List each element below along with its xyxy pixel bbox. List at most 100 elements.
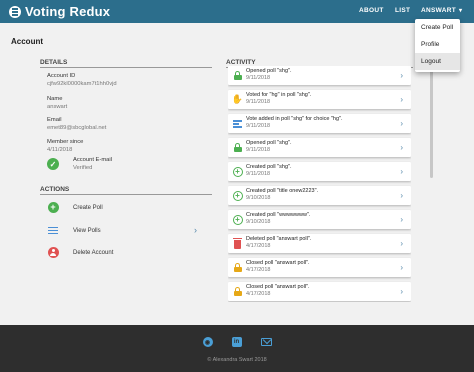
add-circle-icon: + [232, 214, 243, 225]
chevron-right-icon: › [400, 239, 403, 248]
chevron-right-icon: › [400, 95, 403, 104]
details-header: DETAILS [40, 59, 212, 68]
activity-scrollbar[interactable] [429, 66, 434, 302]
chevron-right-icon: › [400, 263, 403, 272]
actions-header: ACTIONS [40, 186, 212, 195]
delete-account-action[interactable]: Delete Account [47, 246, 203, 259]
view-polls-action[interactable]: View Polls › [47, 224, 203, 237]
activity-date: 9/11/2018 [246, 123, 271, 129]
activity-date: 4/17/2018 [246, 267, 271, 273]
activity-item[interactable]: Closed poll "answart poll". 4/17/2018 › [228, 258, 411, 277]
email-value: emet89@sbcglobal.net [47, 125, 107, 131]
chevron-right-icon: › [400, 71, 403, 80]
activity-title: Closed poll "answart poll". [246, 260, 310, 266]
delete-account-label: Delete Account [73, 249, 114, 256]
activity-item[interactable]: Closed poll "answart poll". 4/17/2018 › [228, 282, 411, 301]
account-id-value: cjfw92kl0000kam7t1hh0vjd [47, 81, 117, 87]
text-lines-icon [232, 118, 243, 129]
activity-item[interactable]: Deleted poll "answart poll". 4/17/2018 › [228, 234, 411, 253]
github-icon[interactable]: ◉ [202, 337, 213, 347]
scrollbar-thumb[interactable] [430, 66, 433, 178]
activity-date: 4/17/2018 [246, 243, 271, 249]
brand-name: Voting Redux [25, 4, 111, 19]
view-polls-label: View Polls [73, 227, 101, 234]
account-id-label: Account ID [47, 73, 76, 79]
activity-item[interactable]: + Created poll "wwwwwww". 9/10/2018 › [228, 210, 411, 229]
activity-date: 9/10/2018 [246, 195, 271, 201]
trash-icon [232, 237, 243, 249]
activity-date: 4/17/2018 [246, 291, 271, 297]
email-status-label: Account E-mail [73, 157, 112, 163]
list-icon [47, 225, 59, 237]
member-since-value: 4/11/2018 [47, 147, 73, 153]
page-title: Account [11, 37, 43, 46]
activity-title: Vote added in poll "shg" for choice "hg"… [246, 116, 343, 122]
activity-item[interactable]: + Created poll "title onew2223". 9/10/20… [228, 186, 411, 205]
activity-date: 9/11/2018 [246, 147, 271, 153]
plus-circle-icon: + [47, 202, 59, 214]
user-menu-label: ANSWART [421, 7, 456, 14]
name-field: Name answart [47, 95, 67, 111]
menu-item-logout[interactable]: Logout [415, 53, 460, 70]
linkedin-icon[interactable]: in [231, 337, 242, 347]
chevron-right-icon: › [400, 143, 403, 152]
activity-date: 9/11/2018 [246, 171, 271, 177]
copyright-text: © Alexandra Swart 2018 [207, 357, 267, 363]
activity-item[interactable]: ✋ Voted for "hg" in poll "shg". 9/11/201… [228, 90, 411, 109]
email-status-value: Verified [73, 165, 93, 171]
caret-down-icon: ▾ [458, 8, 463, 14]
activity-item[interactable]: Vote added in poll "shg" for choice "hg"… [228, 114, 411, 133]
activity-title: Opened poll "shg". [246, 68, 292, 74]
email-field: Email emet89@sbcglobal.net [47, 116, 106, 132]
create-poll-label: Create Poll [73, 204, 103, 211]
chevron-right-icon: › [400, 167, 403, 176]
ballot-logo-icon [9, 5, 21, 18]
activity-item[interactable]: Opened poll "shg". 9/11/2018 › [228, 138, 411, 157]
email-label: Email [47, 117, 62, 123]
menu-item-profile[interactable]: Profile [415, 36, 460, 53]
name-label: Name [47, 96, 63, 102]
member-since-label: Member since [47, 139, 84, 145]
chevron-right-icon: › [194, 225, 197, 235]
lock-open-icon [232, 142, 243, 153]
activity-title: Closed poll "answart poll". [246, 284, 310, 290]
chevron-right-icon: › [400, 191, 403, 200]
activity-title: Deleted poll "answart poll". [246, 236, 312, 242]
activity-date: 9/11/2018 [246, 75, 271, 81]
footer-social-links: ◉ in [0, 337, 474, 347]
vote-hand-icon: ✋ [231, 94, 244, 104]
activity-title: Created poll "shg". [246, 164, 292, 170]
activity-item[interactable]: Opened poll "shg". 9/11/2018 › [228, 66, 411, 85]
check-circle-icon: ✓ [47, 158, 59, 170]
activity-date: 9/11/2018 [246, 99, 271, 105]
lock-icon [232, 262, 243, 273]
member-since-field: Member since 4/11/2018 [47, 138, 83, 154]
nav-about-link[interactable]: ABOUT [359, 7, 384, 14]
brand[interactable]: Voting Redux [9, 4, 110, 19]
activity-title: Opened poll "shg". [246, 140, 292, 146]
activity-list[interactable]: Opened poll "shg". 9/11/2018 › ✋ Voted f… [228, 66, 411, 302]
activity-title: Created poll "title onew2223". [246, 188, 319, 194]
add-circle-icon: + [232, 166, 243, 177]
user-menu-toggle[interactable]: ANSWART ▾ [421, 7, 462, 14]
nav-list-link[interactable]: LIST [395, 7, 410, 14]
menu-item-create-poll[interactable]: Create Poll [415, 19, 460, 36]
email-verified-status: ✓ Account E-mail Verified [47, 156, 112, 172]
account-remove-icon [47, 247, 59, 259]
account-id-field: Account ID cjfw92kl0000kam7t1hh0vjd [47, 72, 117, 88]
footer: ◉ in © Alexandra Swart 2018 [0, 325, 474, 372]
activity-item[interactable]: + Created poll "shg". 9/11/2018 › [228, 162, 411, 181]
add-circle-icon: + [232, 190, 243, 201]
chevron-right-icon: › [400, 287, 403, 296]
lock-open-icon [232, 70, 243, 81]
mail-icon[interactable] [260, 338, 272, 346]
chevron-right-icon: › [400, 119, 403, 128]
activity-title: Created poll "wwwwwww". [246, 212, 311, 218]
create-poll-action[interactable]: + Create Poll [47, 201, 203, 214]
chevron-right-icon: › [400, 215, 403, 224]
navbar: Voting Redux ABOUT LIST ANSWART ▾ [0, 0, 474, 23]
activity-date: 9/10/2018 [246, 219, 271, 225]
activity-title: Voted for "hg" in poll "shg". [246, 92, 312, 98]
lock-icon [232, 286, 243, 297]
user-dropdown-menu: Create Poll Profile Logout [415, 19, 460, 72]
